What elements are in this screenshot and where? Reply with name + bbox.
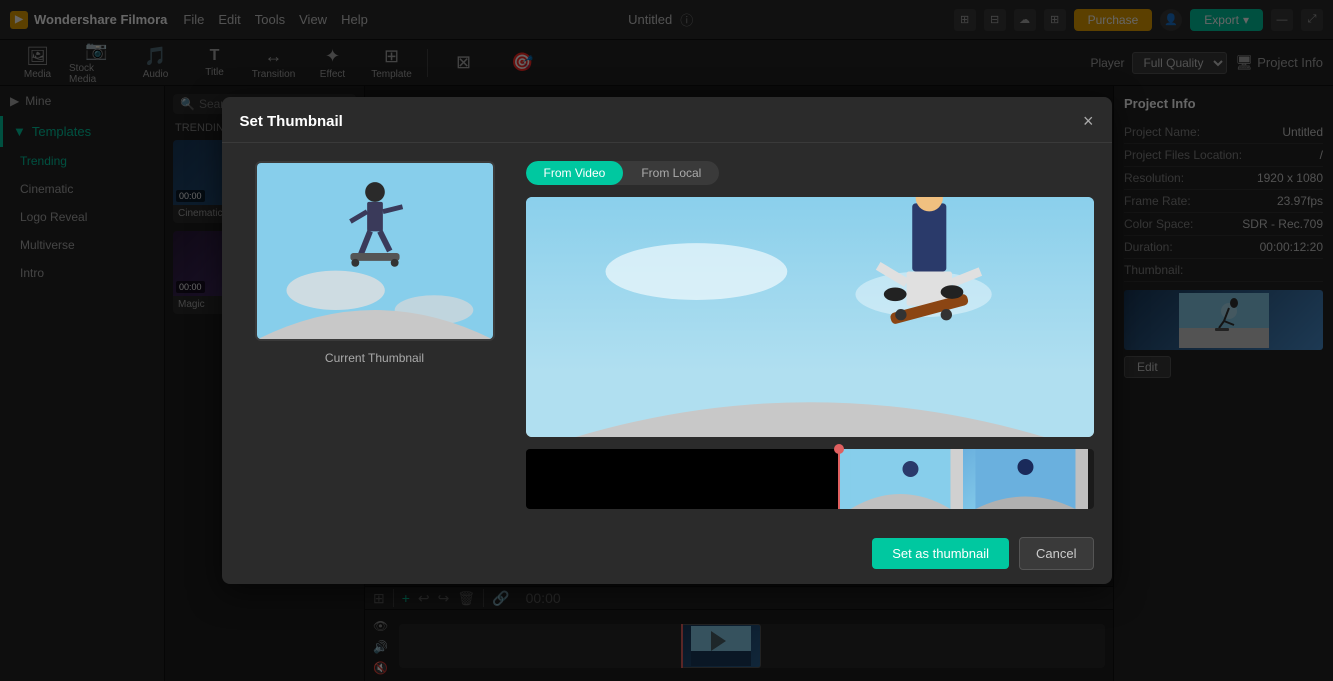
playhead-dot [834,444,844,454]
current-thumbnail-svg [257,161,493,341]
strip-frame2 [963,449,1088,509]
current-thumbnail-box [255,161,495,341]
strip-black [526,449,838,509]
modal-close-button[interactable]: × [1083,111,1094,132]
modal-title: Set Thumbnail [240,113,343,130]
timeline-strip-container [526,449,1094,509]
preview-svg [526,197,1094,437]
modal-left: Current Thumbnail [240,161,510,509]
modal-footer: Set as thumbnail Cancel [222,527,1112,584]
frame2-svg [963,449,1088,509]
current-thumbnail-label: Current Thumbnail [325,351,424,365]
set-as-thumbnail-button[interactable]: Set as thumbnail [872,538,1009,569]
skate-preview [526,197,1094,437]
tab-from-video[interactable]: From Video [526,161,624,185]
timeline-strip[interactable] [526,449,1094,509]
tab-from-local[interactable]: From Local [623,161,719,185]
modal-header: Set Thumbnail × [222,97,1112,143]
modal-right: From Video From Local [526,161,1094,509]
video-preview-box [526,197,1094,437]
frame1-svg [838,449,963,509]
strip-frame1 [838,449,963,509]
modal-body: Current Thumbnail From Video From Local [222,143,1112,527]
playhead-line [838,449,840,509]
tab-row: From Video From Local [526,161,720,185]
cancel-button[interactable]: Cancel [1019,537,1093,570]
modal-overlay: Set Thumbnail × [0,0,1333,681]
set-thumbnail-modal: Set Thumbnail × [222,97,1112,584]
